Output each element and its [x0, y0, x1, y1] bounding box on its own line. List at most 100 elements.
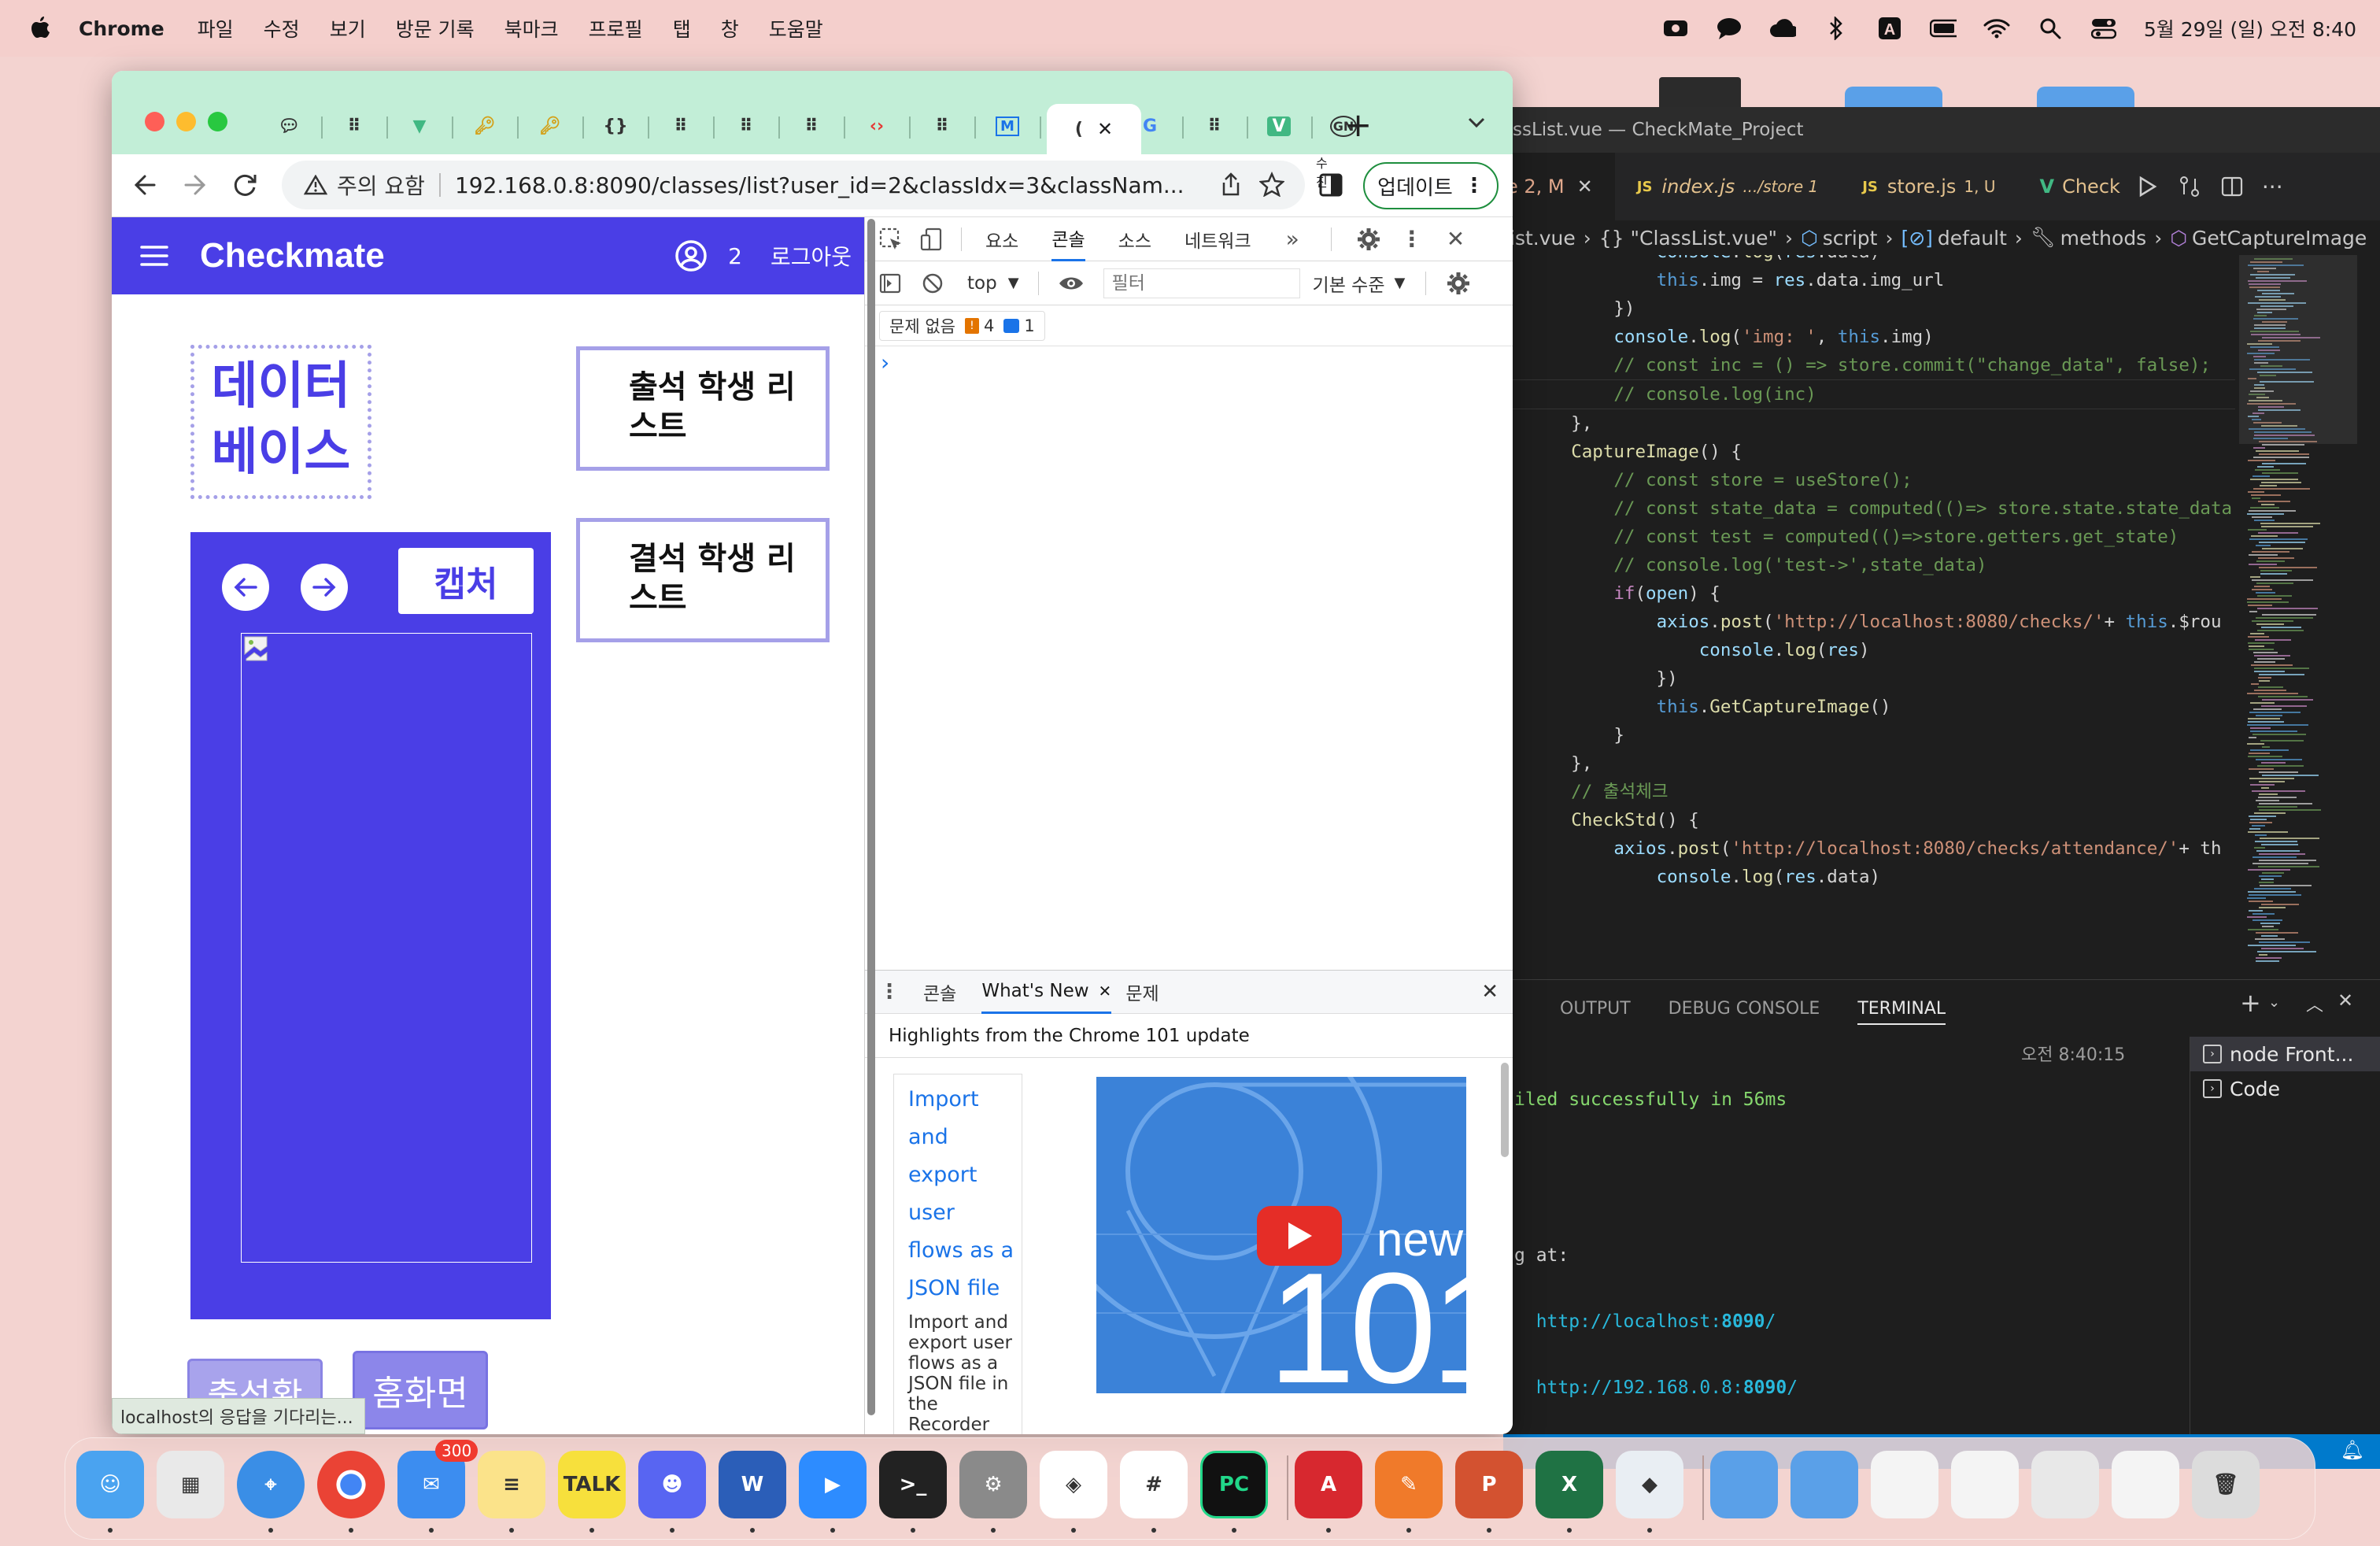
back-icon[interactable]: [132, 172, 157, 198]
vscode-icon[interactable]: ◈: [1040, 1451, 1107, 1518]
more-tabs-icon[interactable]: »: [1286, 226, 1299, 252]
terminal-network-url[interactable]: http://192.168.0.8:8090/: [1514, 1377, 2180, 1399]
arrow-right-icon[interactable]: [301, 564, 348, 611]
notifications-icon[interactable]: 🔔︎: [2341, 1439, 2364, 1461]
menu-dots-icon[interactable]: ⋮: [1464, 174, 1484, 198]
menu-app-name[interactable]: Chrome: [79, 17, 164, 40]
settings-gear-icon[interactable]: [1357, 227, 1380, 251]
breadcrumb-script[interactable]: script: [1823, 227, 1878, 250]
browser-tab[interactable]: ⠿: [323, 104, 385, 148]
warning-icon[interactable]: [304, 175, 327, 195]
split-editor-icon[interactable]: [2221, 176, 2243, 197]
menu-view[interactable]: 보기: [330, 14, 366, 43]
zoom-window-button[interactable]: [208, 112, 227, 131]
terminal-local-url[interactable]: http://localhost:8090/: [1514, 1311, 2180, 1333]
kakaotalk-icon[interactable]: TALK: [558, 1451, 626, 1518]
apple-icon[interactable]: [28, 15, 52, 42]
logout-button[interactable]: 로그아웃: [771, 240, 852, 272]
minimap[interactable]: [2239, 255, 2357, 979]
code-editor[interactable]: console.log(res.data) this.img = res.dat…: [1503, 255, 2235, 979]
tab-search-icon[interactable]: [1467, 117, 1486, 129]
devtools-tab-network[interactable]: 네트워크: [1184, 226, 1251, 253]
chrome-icon[interactable]: [317, 1451, 385, 1518]
page-scrollbar-thumb[interactable]: [867, 219, 875, 1415]
browser-tab[interactable]: ‹›: [846, 104, 907, 148]
discord-icon[interactable]: ☻: [638, 1451, 706, 1518]
console-settings-icon[interactable]: [1447, 272, 1470, 295]
system-preferences-icon[interactable]: ⚙: [959, 1451, 1027, 1518]
notes-icon[interactable]: ≡: [478, 1451, 545, 1518]
browser-tab[interactable]: ⠿: [1184, 104, 1245, 148]
launchpad-icon[interactable]: ▦: [157, 1451, 224, 1518]
breadcrumb-file[interactable]: ist.vue: [1510, 227, 1576, 250]
panel-tab-output[interactable]: OUTPUT: [1560, 999, 1631, 1019]
trash-icon[interactable]: 🗑︎: [2192, 1451, 2260, 1518]
more-icon[interactable]: ···: [2262, 174, 2283, 200]
add-terminal-icon[interactable]: +: [2240, 988, 2261, 1018]
forward-icon[interactable]: [183, 172, 208, 198]
acrobat-icon[interactable]: A: [1295, 1451, 1362, 1518]
browser-tab[interactable]: 💬︎: [258, 104, 320, 148]
close-window-button[interactable]: [145, 112, 164, 131]
safari-icon[interactable]: ⌖: [237, 1451, 305, 1518]
terminal-output[interactable]: iled successfully in 56ms 오전 8:40:15 g a…: [1503, 1045, 2180, 1443]
powerpoint-icon[interactable]: P: [1455, 1451, 1523, 1518]
devtools-tab-sources[interactable]: 소스: [1118, 226, 1151, 253]
browser-tab[interactable]: ⠿: [911, 104, 973, 148]
close-panel-icon[interactable]: ✕: [2338, 989, 2353, 1012]
breadcrumb-default[interactable]: default: [1938, 227, 2007, 250]
pen-icon[interactable]: ✎: [1375, 1451, 1443, 1518]
browser-tab[interactable]: ▼: [389, 104, 450, 148]
menu-file[interactable]: 파일: [198, 14, 234, 43]
bluetooth-icon[interactable]: [1823, 15, 1850, 42]
menu-bookmarks[interactable]: 북마크: [504, 14, 559, 43]
hamburger-menu-icon[interactable]: [140, 245, 168, 267]
arrow-left-icon[interactable]: [222, 564, 269, 611]
browser-tab[interactable]: ⠿: [715, 104, 777, 148]
breadcrumb-method[interactable]: GetCaptureImage: [2192, 227, 2367, 250]
slack-icon[interactable]: #: [1120, 1451, 1188, 1518]
breadcrumb-methods[interactable]: methods: [2060, 227, 2147, 250]
url-text[interactable]: 192.168.0.8:8090/classes/list?user_id=2&…: [455, 172, 1184, 198]
vscode-tab-classlist[interactable]: e 2, M ✕: [1503, 153, 1615, 220]
browser-tab[interactable]: ⠿: [650, 104, 711, 148]
close-tab-icon[interactable]: ✕: [1097, 118, 1113, 140]
desktop-file-thumb[interactable]: [1659, 77, 1741, 107]
brand-title[interactable]: Checkmate: [200, 236, 385, 276]
drawer-scrollbar[interactable]: [1501, 1063, 1509, 1157]
window-thumbnail-icon[interactable]: [1951, 1451, 2019, 1518]
console-prompt-area[interactable]: ›: [865, 346, 1513, 970]
breadcrumb-component[interactable]: {} "ClassList.vue": [1599, 227, 1777, 250]
browser-tab[interactable]: ⠿: [781, 104, 842, 148]
battery-icon[interactable]: [1929, 15, 1957, 42]
window-thumbnail-icon[interactable]: [1871, 1451, 1938, 1518]
drawer-tab-console[interactable]: 콘솔: [923, 978, 956, 1005]
panel-tab-terminal[interactable]: TERMINAL: [1857, 999, 1946, 1025]
window-thumbnail-icon[interactable]: [2112, 1451, 2179, 1518]
close-icon[interactable]: ✕: [1577, 176, 1593, 198]
share-icon[interactable]: [1220, 172, 1242, 197]
desktop-folder[interactable]: [1845, 87, 1942, 107]
new-tab-button[interactable]: +: [1344, 105, 1372, 144]
python-window-icon[interactable]: [2031, 1451, 2099, 1518]
address-bar[interactable]: 주의 요함 192.168.0.8:8090/classes/list?user…: [282, 161, 1305, 209]
finder-icon[interactable]: ☺: [76, 1451, 144, 1518]
run-icon[interactable]: [2138, 176, 2158, 198]
account-icon[interactable]: [674, 239, 708, 272]
menu-profiles[interactable]: 프로필: [589, 14, 643, 43]
chevron-down-icon[interactable]: ⌄: [2268, 994, 2280, 1011]
present-students-button[interactable]: 출석 학생 리 스트: [576, 346, 830, 471]
pycharm-icon[interactable]: PC: [1200, 1451, 1268, 1518]
sourcetree-icon[interactable]: ◆: [1616, 1451, 1683, 1518]
menu-clock[interactable]: 5월 29일 (일) 오전 8:40: [2144, 14, 2356, 43]
folder-icon[interactable]: [1710, 1451, 1778, 1518]
drawer-tab-issues[interactable]: 문제: [1125, 978, 1159, 1005]
close-drawer-icon[interactable]: ✕: [1481, 980, 1499, 1004]
maximize-panel-icon[interactable]: ︿: [2306, 991, 2323, 1016]
live-expression-eye-icon[interactable]: [1058, 275, 1085, 292]
bookmark-star-icon[interactable]: [1259, 172, 1284, 197]
absent-students-button[interactable]: 결석 학생 리 스트: [576, 518, 830, 642]
inspect-icon[interactable]: [879, 227, 903, 251]
cloud-icon[interactable]: [1769, 15, 1796, 42]
vscode-tab-store-js[interactable]: JS store.js 1, U: [1840, 153, 2017, 220]
